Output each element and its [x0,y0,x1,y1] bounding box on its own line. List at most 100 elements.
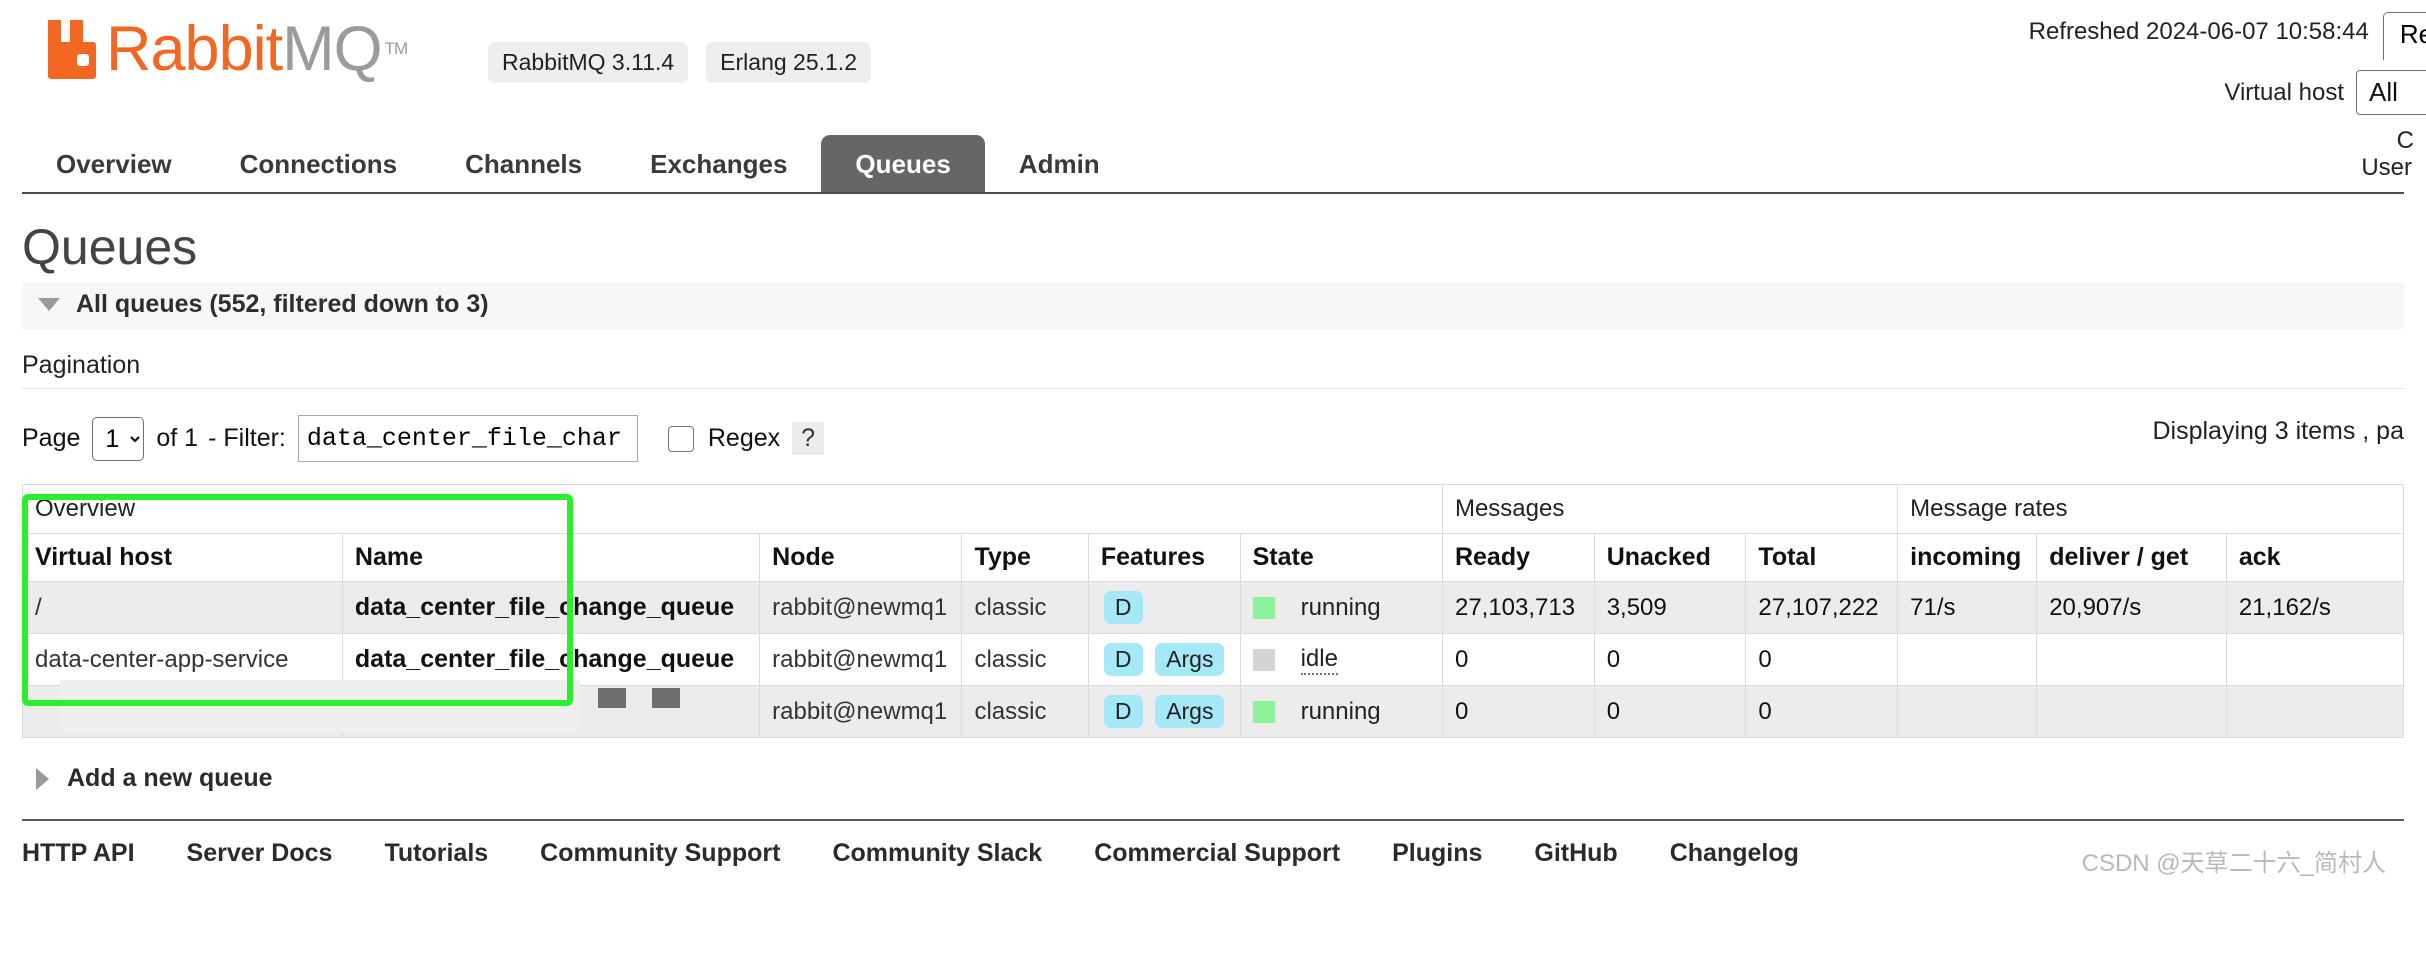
tab-connections[interactable]: Connections [206,135,431,192]
cell-total: 27,107,222 [1745,581,1899,634]
cell-type: classic [961,685,1089,738]
pagination-controls: Page 1 of 1 - Filter: Regex ? Displaying… [22,389,2404,484]
logo-mq-text: MQ [282,14,382,84]
virtual-host-row: Virtual host All [1526,70,2426,115]
tab-overview[interactable]: Overview [22,135,206,192]
page-footer: HTTP API Server Docs Tutorials Community… [22,819,2404,877]
queues-table-zone: Overview Messages Message rates Virtual … [22,484,2405,738]
page-total-label: of 1 [156,424,199,452]
refresh-row: Refreshed 2024-06-07 10:58:44 Refr [1526,0,2426,60]
cell-features: D Args [1087,685,1241,738]
col-name[interactable]: Name [341,533,761,582]
logo-rabbit-text: Rabbit [106,14,283,84]
tab-channels[interactable]: Channels [431,135,616,192]
refresh-button[interactable]: Refr [2382,12,2426,60]
all-queues-section-header[interactable]: All queues (552, filtered down to 3) [22,282,2404,329]
table-group-header-row: Overview Messages Message rates [22,484,2404,534]
cell-incoming: 71/s [1897,581,2038,634]
cell-features: D Args [1087,633,1241,686]
cell-deliver-get: 20,907/s [2036,581,2227,634]
rabbit-logo-icon [44,18,100,80]
rabbitmq-management-page: RabbitMQ TM RabbitMQ 3.11.4 Erlang 25.1.2… [0,0,2426,970]
regex-checkbox[interactable] [667,425,694,452]
state-label: running [1300,697,1381,725]
col-ready[interactable]: Ready [1441,533,1595,582]
cell-node: rabbit@newmq1 [759,685,963,738]
group-header-message-rates: Message rates [1897,484,2404,534]
cell-ready: 0 [1441,633,1595,686]
csdn-watermark: CSDN @天草二十六_简村人 [2081,850,2386,877]
table-column-header-row: Virtual host Name Node Type Features Sta… [22,533,2405,582]
chevron-down-icon[interactable] [38,298,60,311]
state-indicator-idle [1252,648,1275,671]
col-incoming[interactable]: incoming [1897,533,2038,582]
virtual-host-select[interactable]: All [2356,70,2426,115]
col-total[interactable]: Total [1745,533,1899,582]
state-label: idle [1300,645,1338,675]
group-header-messages: Messages [1441,484,1899,534]
cell-queue-name[interactable]: data_center_file_change_queue [341,581,761,634]
page-number-select[interactable]: 1 [92,416,145,461]
footer-link-commercial-support[interactable]: Commercial Support [1094,839,1340,868]
cell-ready: 0 [1441,685,1595,738]
page-body: Queues All queues (552, filtered down to… [0,218,2426,877]
cell-deliver-get [2036,685,2227,738]
table-row[interactable]: data-center-app-service data_center_file… [22,633,2405,686]
regex-label: Regex [707,424,781,452]
col-deliver-get[interactable]: deliver / get [2036,533,2227,582]
col-virtual-host[interactable]: Virtual host [22,533,343,582]
footer-link-community-support[interactable]: Community Support [540,839,780,868]
chevron-right-icon[interactable] [36,767,49,790]
tab-queues[interactable]: Queues [821,135,985,192]
feature-badge-durable: D [1103,591,1143,624]
logo-tm-text: TM [384,39,409,58]
cell-ack: 21,162/s [2225,581,2405,634]
state-indicator-running [1252,596,1275,619]
cell-type: classic [961,581,1089,634]
footer-link-server-docs[interactable]: Server Docs [187,839,333,868]
add-new-queue-section[interactable]: Add a new queue [22,738,2404,819]
col-state[interactable]: State [1239,533,1443,582]
col-unacked[interactable]: Unacked [1593,533,1747,582]
tab-admin[interactable]: Admin [985,135,1134,192]
footer-link-plugins[interactable]: Plugins [1392,839,1482,868]
col-ack[interactable]: ack [2225,533,2405,582]
all-queues-label: All queues (552, filtered down to 3) [76,290,489,318]
cell-unacked: 3,509 [1593,581,1747,634]
cell-queue-name[interactable]: data_center_file_change_queue [341,633,761,686]
occlusion-smudge [60,680,580,732]
regex-help-icon[interactable]: ? [792,422,825,455]
rabbitmq-logo[interactable]: RabbitMQ TM [44,18,409,81]
col-type[interactable]: Type [961,533,1089,582]
footer-link-http-api[interactable]: HTTP API [22,839,135,868]
footer-link-github[interactable]: GitHub [1534,839,1617,868]
filter-input[interactable] [297,415,638,462]
add-new-queue-label: Add a new queue [67,764,273,792]
cell-unacked: 0 [1593,633,1747,686]
table-row[interactable]: / data_center_file_change_queue rabbit@n… [22,581,2405,634]
pagination-label: Pagination [22,329,2404,389]
version-pills: RabbitMQ 3.11.4 Erlang 25.1.2 [470,42,871,83]
col-features[interactable]: Features [1087,533,1241,582]
col-node[interactable]: Node [759,533,963,582]
cell-incoming [1897,685,2038,738]
state-indicator-running [1252,700,1275,723]
state-label: running [1300,593,1381,621]
page-word-label: Page [22,424,81,452]
displaying-items-label: Displaying 3 items , pa [2152,417,2404,445]
cell-ack [2225,685,2405,738]
footer-link-tutorials[interactable]: Tutorials [384,839,488,868]
feature-badge-args: Args [1155,643,1225,676]
user-label-partial: User [2361,154,2412,181]
cell-state: idle [1239,633,1443,686]
cell-virtual-host: / [22,581,343,634]
cell-type: classic [961,633,1089,686]
filter-label: - Filter: [208,424,286,452]
footer-link-changelog[interactable]: Changelog [1670,839,1799,868]
tab-exchanges[interactable]: Exchanges [616,135,821,192]
feature-badge-durable: D [1103,643,1143,676]
cell-deliver-get [2036,633,2227,686]
footer-link-community-slack[interactable]: Community Slack [832,839,1042,868]
cell-virtual-host: data-center-app-service [22,633,343,686]
cell-ack [2225,633,2405,686]
